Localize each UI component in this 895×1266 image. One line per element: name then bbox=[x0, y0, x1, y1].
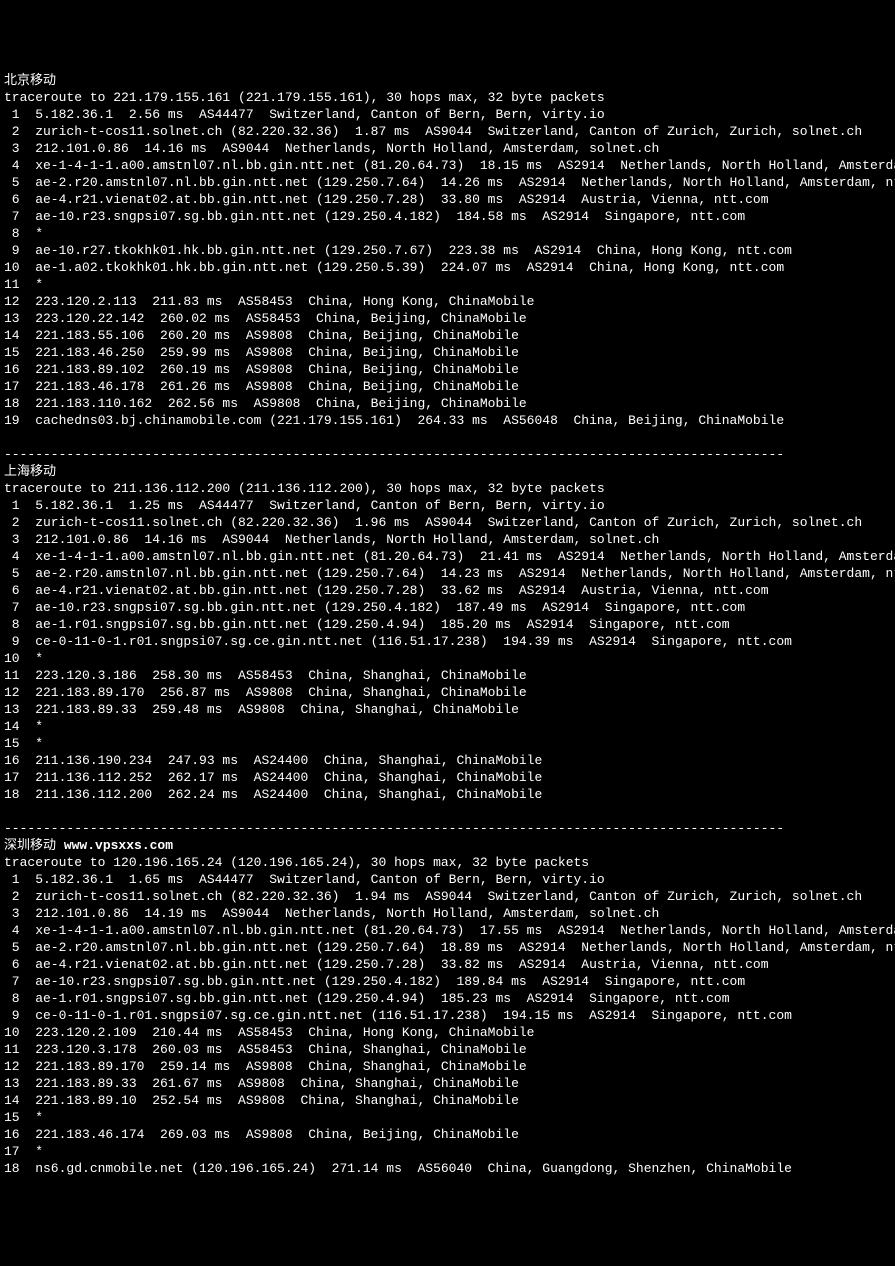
traceroute-hop: 6 ae-4.r21.vienat02.at.bb.gin.ntt.net (1… bbox=[4, 582, 891, 599]
traceroute-hop: 16 221.183.46.174 269.03 ms AS9808 China… bbox=[4, 1126, 891, 1143]
traceroute-hop: 11 223.120.3.186 258.30 ms AS58453 China… bbox=[4, 667, 891, 684]
traceroute-hop: 7 ae-10.r23.sngpsi07.sg.bb.gin.ntt.net (… bbox=[4, 208, 891, 225]
traceroute-hop: 9 ae-10.r27.tkokhk01.hk.bb.gin.ntt.net (… bbox=[4, 242, 891, 259]
traceroute-hop: 12 223.120.2.113 211.83 ms AS58453 China… bbox=[4, 293, 891, 310]
traceroute-hop: 18 221.183.110.162 262.56 ms AS9808 Chin… bbox=[4, 395, 891, 412]
traceroute-hop: 6 ae-4.r21.vienat02.at.bb.gin.ntt.net (1… bbox=[4, 956, 891, 973]
traceroute-hop: 16 211.136.190.234 247.93 ms AS24400 Chi… bbox=[4, 752, 891, 769]
traceroute-hop: 19 cachedns03.bj.chinamobile.com (221.17… bbox=[4, 412, 891, 429]
traceroute-hop: 4 xe-1-4-1-1.a00.amstnl07.nl.bb.gin.ntt.… bbox=[4, 157, 891, 174]
traceroute-hop: 4 xe-1-4-1-1.a00.amstnl07.nl.bb.gin.ntt.… bbox=[4, 922, 891, 939]
traceroute-hop: 13 221.183.89.33 259.48 ms AS9808 China,… bbox=[4, 701, 891, 718]
traceroute-hop: 2 zurich-t-cos11.solnet.ch (82.220.32.36… bbox=[4, 514, 891, 531]
section-title: 深圳移动 www.vpsxxs.com bbox=[4, 837, 891, 854]
traceroute-hop: 1 5.182.36.1 1.65 ms AS44477 Switzerland… bbox=[4, 871, 891, 888]
traceroute-hop: 5 ae-2.r20.amstnl07.nl.bb.gin.ntt.net (1… bbox=[4, 939, 891, 956]
traceroute-hop: 8 * bbox=[4, 225, 891, 242]
traceroute-header: traceroute to 221.179.155.161 (221.179.1… bbox=[4, 89, 891, 106]
traceroute-hop: 15 221.183.46.250 259.99 ms AS9808 China… bbox=[4, 344, 891, 361]
traceroute-hop: 10 * bbox=[4, 650, 891, 667]
traceroute-hop: 10 ae-1.a02.tkokhk01.hk.bb.gin.ntt.net (… bbox=[4, 259, 891, 276]
watermark-text: www.vpsxxs.com bbox=[64, 838, 173, 853]
section-title: 北京移动 bbox=[4, 72, 891, 89]
traceroute-hop: 3 212.101.0.86 14.16 ms AS9044 Netherlan… bbox=[4, 531, 891, 548]
section-title: 上海移动 bbox=[4, 463, 891, 480]
traceroute-hop: 7 ae-10.r23.sngpsi07.sg.bb.gin.ntt.net (… bbox=[4, 973, 891, 990]
traceroute-hop: 10 223.120.2.109 210.44 ms AS58453 China… bbox=[4, 1024, 891, 1041]
traceroute-hop: 5 ae-2.r20.amstnl07.nl.bb.gin.ntt.net (1… bbox=[4, 565, 891, 582]
traceroute-hop: 17 * bbox=[4, 1143, 891, 1160]
traceroute-hop: 14 221.183.55.106 260.20 ms AS9808 China… bbox=[4, 327, 891, 344]
traceroute-header: traceroute to 211.136.112.200 (211.136.1… bbox=[4, 480, 891, 497]
traceroute-header: traceroute to 120.196.165.24 (120.196.16… bbox=[4, 854, 891, 871]
traceroute-hop: 9 ce-0-11-0-1.r01.sngpsi07.sg.ce.gin.ntt… bbox=[4, 1007, 891, 1024]
traceroute-hop: 13 223.120.22.142 260.02 ms AS58453 Chin… bbox=[4, 310, 891, 327]
blank-line bbox=[4, 803, 891, 820]
traceroute-hop: 3 212.101.0.86 14.19 ms AS9044 Netherlan… bbox=[4, 905, 891, 922]
traceroute-hop: 8 ae-1.r01.sngpsi07.sg.bb.gin.ntt.net (1… bbox=[4, 990, 891, 1007]
traceroute-hop: 17 221.183.46.178 261.26 ms AS9808 China… bbox=[4, 378, 891, 395]
traceroute-hop: 7 ae-10.r23.sngpsi07.sg.bb.gin.ntt.net (… bbox=[4, 599, 891, 616]
traceroute-hop: 11 * bbox=[4, 276, 891, 293]
terminal-output: 北京移动traceroute to 221.179.155.161 (221.1… bbox=[4, 72, 891, 1177]
traceroute-hop: 11 223.120.3.178 260.03 ms AS58453 China… bbox=[4, 1041, 891, 1058]
traceroute-hop: 4 xe-1-4-1-1.a00.amstnl07.nl.bb.gin.ntt.… bbox=[4, 548, 891, 565]
traceroute-hop: 15 * bbox=[4, 1109, 891, 1126]
divider: ----------------------------------------… bbox=[4, 820, 891, 837]
traceroute-hop: 3 212.101.0.86 14.16 ms AS9044 Netherlan… bbox=[4, 140, 891, 157]
traceroute-hop: 2 zurich-t-cos11.solnet.ch (82.220.32.36… bbox=[4, 888, 891, 905]
traceroute-hop: 12 221.183.89.170 259.14 ms AS9808 China… bbox=[4, 1058, 891, 1075]
traceroute-hop: 18 211.136.112.200 262.24 ms AS24400 Chi… bbox=[4, 786, 891, 803]
traceroute-hop: 6 ae-4.r21.vienat02.at.bb.gin.ntt.net (1… bbox=[4, 191, 891, 208]
traceroute-hop: 17 211.136.112.252 262.17 ms AS24400 Chi… bbox=[4, 769, 891, 786]
traceroute-hop: 5 ae-2.r20.amstnl07.nl.bb.gin.ntt.net (1… bbox=[4, 174, 891, 191]
traceroute-hop: 15 * bbox=[4, 735, 891, 752]
traceroute-hop: 14 * bbox=[4, 718, 891, 735]
traceroute-hop: 1 5.182.36.1 1.25 ms AS44477 Switzerland… bbox=[4, 497, 891, 514]
traceroute-hop: 18 ns6.gd.cnmobile.net (120.196.165.24) … bbox=[4, 1160, 891, 1177]
traceroute-hop: 2 zurich-t-cos11.solnet.ch (82.220.32.36… bbox=[4, 123, 891, 140]
traceroute-hop: 16 221.183.89.102 260.19 ms AS9808 China… bbox=[4, 361, 891, 378]
traceroute-hop: 13 221.183.89.33 261.67 ms AS9808 China,… bbox=[4, 1075, 891, 1092]
blank-line bbox=[4, 429, 891, 446]
traceroute-hop: 9 ce-0-11-0-1.r01.sngpsi07.sg.ce.gin.ntt… bbox=[4, 633, 891, 650]
traceroute-hop: 12 221.183.89.170 256.87 ms AS9808 China… bbox=[4, 684, 891, 701]
traceroute-hop: 14 221.183.89.10 252.54 ms AS9808 China,… bbox=[4, 1092, 891, 1109]
divider: ----------------------------------------… bbox=[4, 446, 891, 463]
traceroute-hop: 8 ae-1.r01.sngpsi07.sg.bb.gin.ntt.net (1… bbox=[4, 616, 891, 633]
traceroute-hop: 1 5.182.36.1 2.56 ms AS44477 Switzerland… bbox=[4, 106, 891, 123]
